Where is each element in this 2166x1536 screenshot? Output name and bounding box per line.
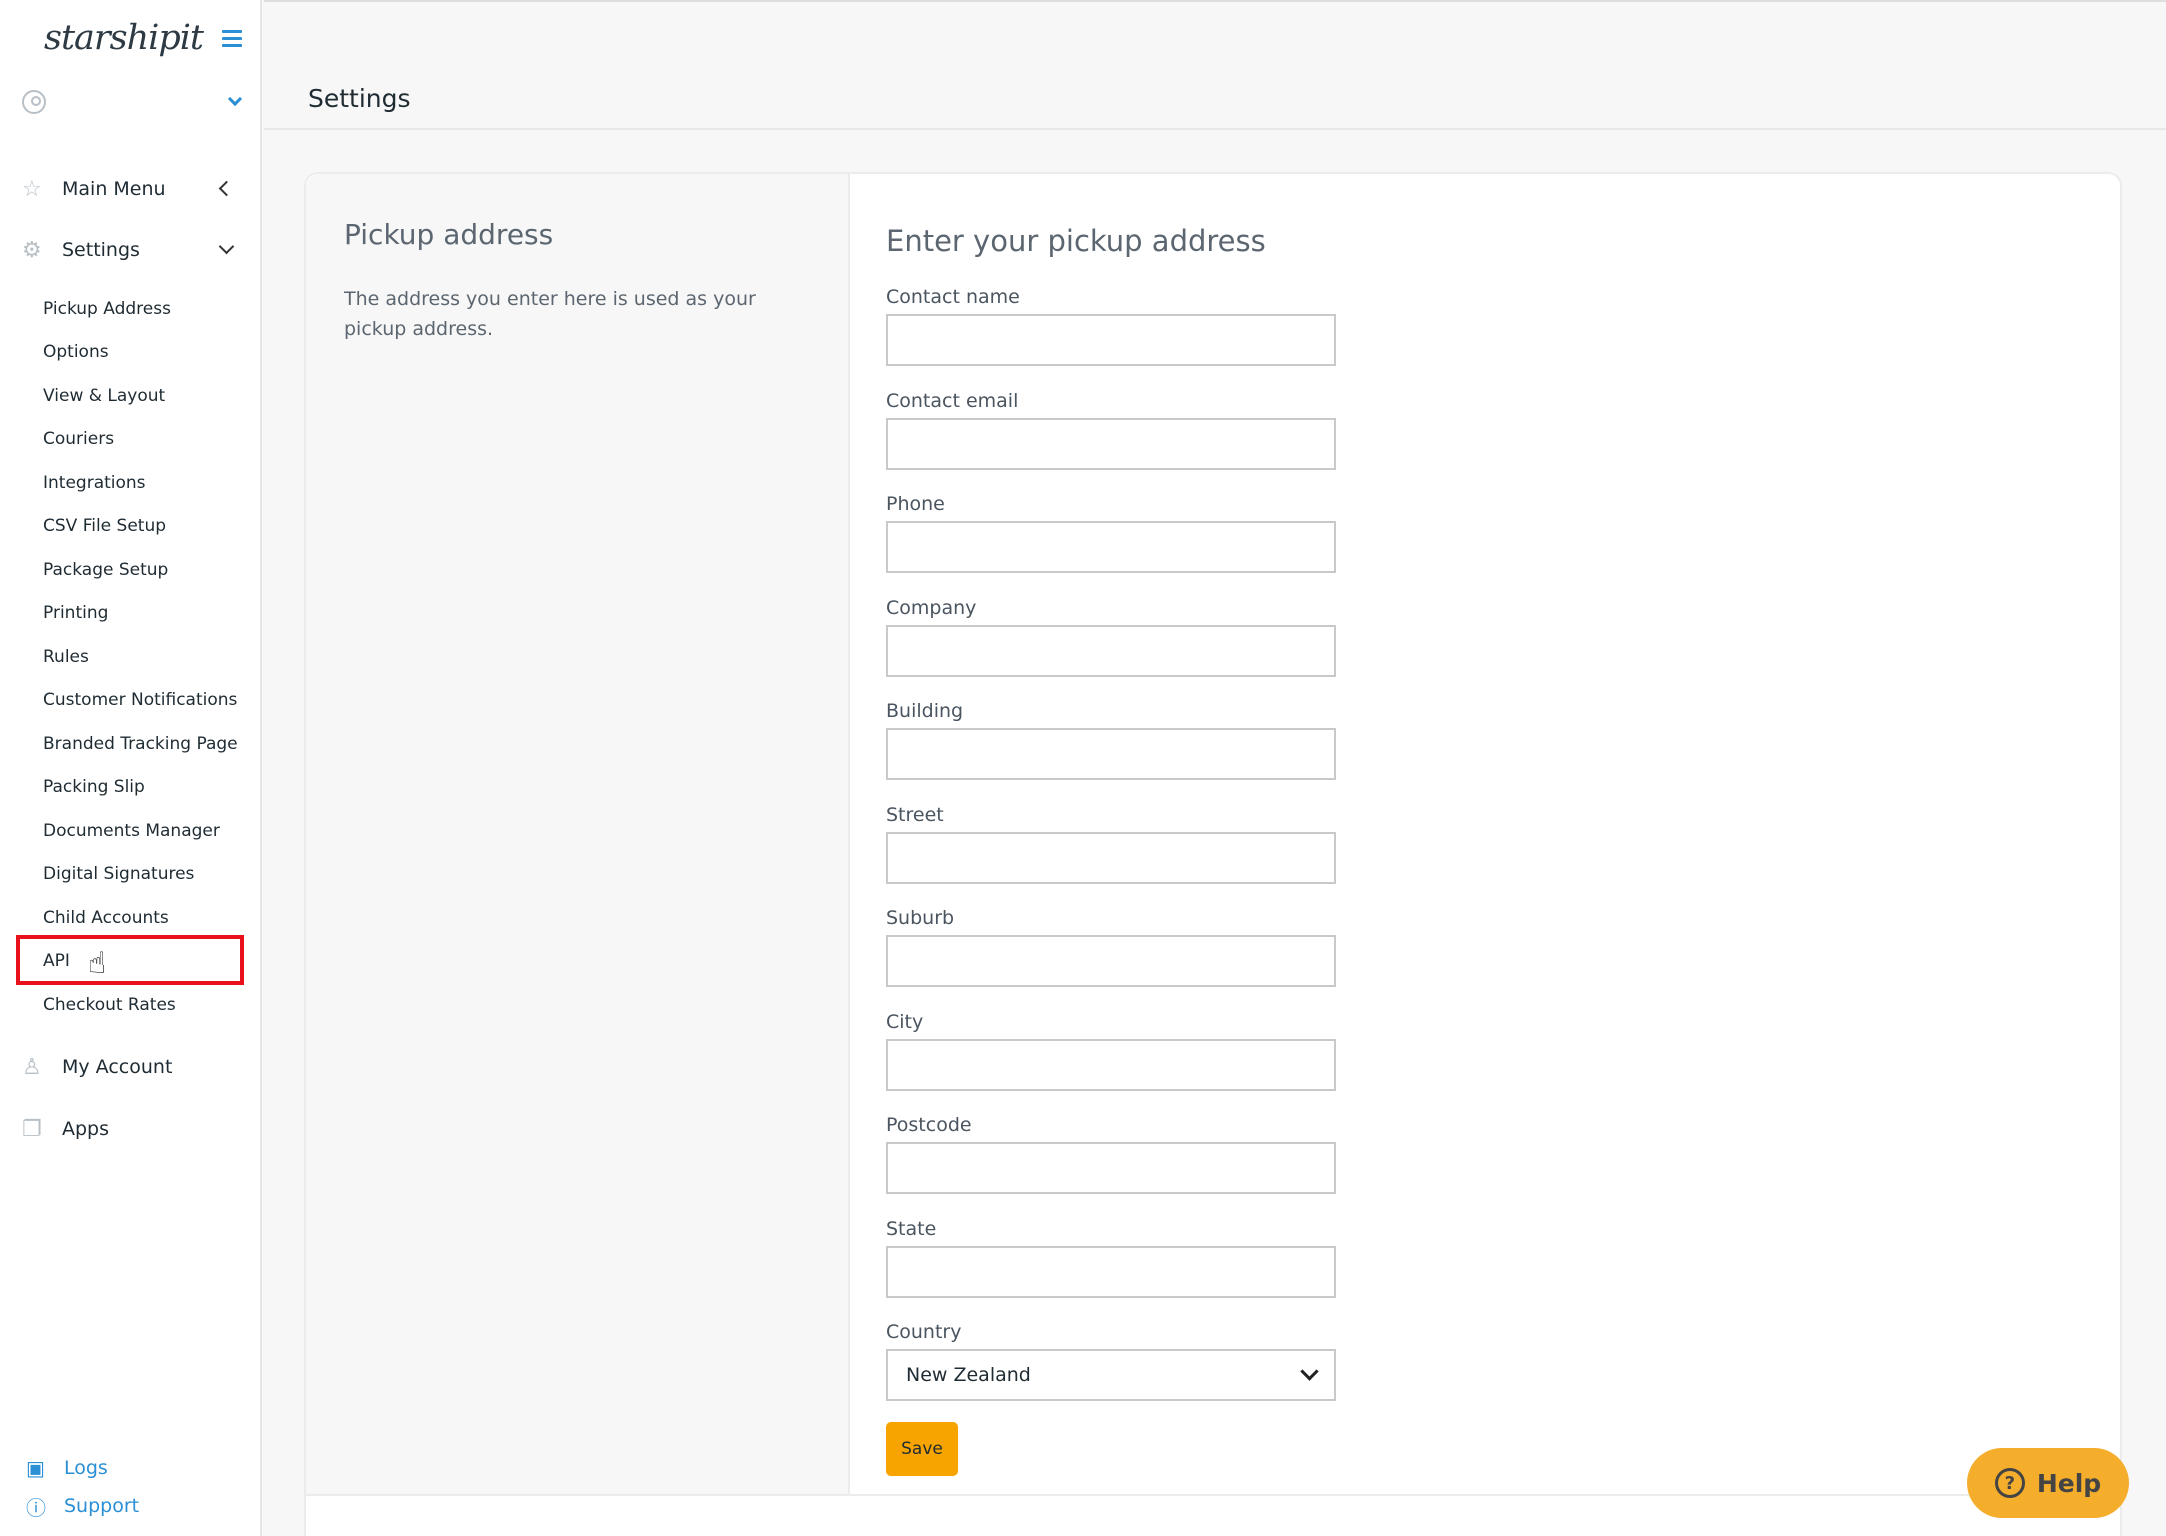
chevron-down-icon [227, 91, 243, 107]
settings-item-digital-signatures[interactable]: Digital Signatures [43, 862, 194, 886]
company-input[interactable] [886, 625, 1336, 677]
hamburger-menu-icon[interactable] [222, 30, 242, 48]
help-button[interactable]: ? Help [1967, 1448, 2129, 1518]
pickup-address-card: Pickup address The address you enter her… [304, 172, 2124, 1536]
chevron-down-icon [218, 238, 235, 255]
phone-input[interactable] [886, 521, 1336, 573]
api-highlight-box [16, 935, 244, 985]
settings-item-couriers[interactable]: Couriers [43, 427, 114, 451]
suburb-input[interactable] [886, 935, 1336, 987]
country-label: Country [886, 1321, 962, 1343]
settings-item-child-accounts[interactable]: Child Accounts [43, 906, 169, 930]
sidebar-item-label: Apps [62, 1118, 110, 1140]
user-dropdown[interactable] [22, 88, 243, 116]
page-header: Settings [264, 2, 2166, 130]
settings-item-printing[interactable]: Printing [43, 601, 108, 625]
settings-item-customer-notifications[interactable]: Customer Notifications [43, 688, 237, 712]
question-icon: ? [1994, 1468, 2025, 1498]
contact-name-input[interactable] [886, 314, 1336, 366]
section-info-panel: Pickup address The address you enter her… [306, 174, 850, 1494]
building-input[interactable] [886, 728, 1336, 780]
hand-cursor-icon: ☝ [88, 946, 107, 981]
sidebar-item-main-menu[interactable]: ☆ Main Menu [22, 171, 242, 207]
building-label: Building [886, 700, 964, 722]
city-input[interactable] [886, 1039, 1336, 1091]
city-label: City [886, 1011, 924, 1033]
apps-icon: ❐ [22, 1116, 42, 1142]
clipboard-icon: ▣ [26, 1456, 45, 1480]
suburb-label: Suburb [886, 907, 955, 929]
main-content: Settings Pickup address The address you … [264, 0, 2166, 1536]
sidebar-item-label: My Account [62, 1056, 173, 1078]
person-icon: ♙ [22, 1054, 42, 1080]
brand-logo[interactable]: starshipit [44, 18, 204, 58]
settings-item-pickup-address[interactable]: Pickup Address [43, 297, 171, 321]
contact-email-input[interactable] [886, 418, 1336, 470]
contact-email-label: Contact email [886, 390, 1019, 412]
settings-item-package-setup[interactable]: Package Setup [43, 558, 168, 582]
sidebar-item-settings[interactable]: ⚙ Settings [22, 232, 242, 268]
logs-link[interactable]: ▣ Logs [26, 1454, 108, 1482]
sidebar-item-apps[interactable]: ❐ Apps [22, 1111, 242, 1147]
sidebar-item-label: Main Menu [62, 178, 166, 200]
country-selected-value: New Zealand [906, 1364, 1031, 1386]
chevron-left-icon [218, 180, 235, 197]
section-title: Pickup address [344, 218, 554, 251]
sidebar: starshipit ☆ Main Menu ⚙ Settings Pickup… [0, 0, 262, 1536]
state-label: State [886, 1218, 937, 1240]
postcode-label: Postcode [886, 1114, 972, 1136]
settings-item-branded-tracking-page[interactable]: Branded Tracking Page [43, 732, 238, 756]
settings-item-packing-slip[interactable]: Packing Slip [43, 775, 145, 799]
country-select[interactable]: New Zealand [886, 1349, 1336, 1401]
question-circle-icon: ⓘ [26, 1495, 46, 1520]
star-icon: ☆ [22, 176, 42, 202]
sidebar-item-label: Settings [62, 239, 140, 261]
support-label: Support [64, 1495, 140, 1517]
settings-item-rules[interactable]: Rules [43, 645, 89, 669]
company-label: Company [886, 597, 977, 619]
user-avatar-icon [22, 90, 46, 114]
page-title: Settings [308, 84, 411, 113]
save-button[interactable]: Save [886, 1422, 958, 1476]
settings-item-csv-file-setup[interactable]: CSV File Setup [43, 514, 166, 538]
settings-item-options[interactable]: Options [43, 340, 109, 364]
state-input[interactable] [886, 1246, 1336, 1298]
postcode-input[interactable] [886, 1142, 1336, 1194]
support-link[interactable]: ⓘ Support [26, 1492, 139, 1520]
form-title: Enter your pickup address [886, 224, 1266, 258]
section-description: The address you enter here is used as yo… [344, 288, 756, 340]
settings-item-view-layout[interactable]: View & Layout [43, 384, 165, 408]
help-label: Help [2036, 1468, 2102, 1498]
card-divider [306, 1494, 2124, 1496]
settings-item-integrations[interactable]: Integrations [43, 471, 146, 495]
street-label: Street [886, 804, 944, 826]
sidebar-item-my-account[interactable]: ♙ My Account [22, 1049, 242, 1085]
chevron-down-icon [1300, 1362, 1319, 1381]
phone-label: Phone [886, 493, 945, 515]
contact-name-label: Contact name [886, 286, 1020, 308]
gear-icon: ⚙ [22, 237, 42, 263]
street-input[interactable] [886, 832, 1336, 884]
logs-label: Logs [64, 1457, 108, 1479]
settings-item-documents-manager[interactable]: Documents Manager [43, 819, 220, 843]
settings-item-checkout-rates[interactable]: Checkout Rates [43, 993, 176, 1017]
